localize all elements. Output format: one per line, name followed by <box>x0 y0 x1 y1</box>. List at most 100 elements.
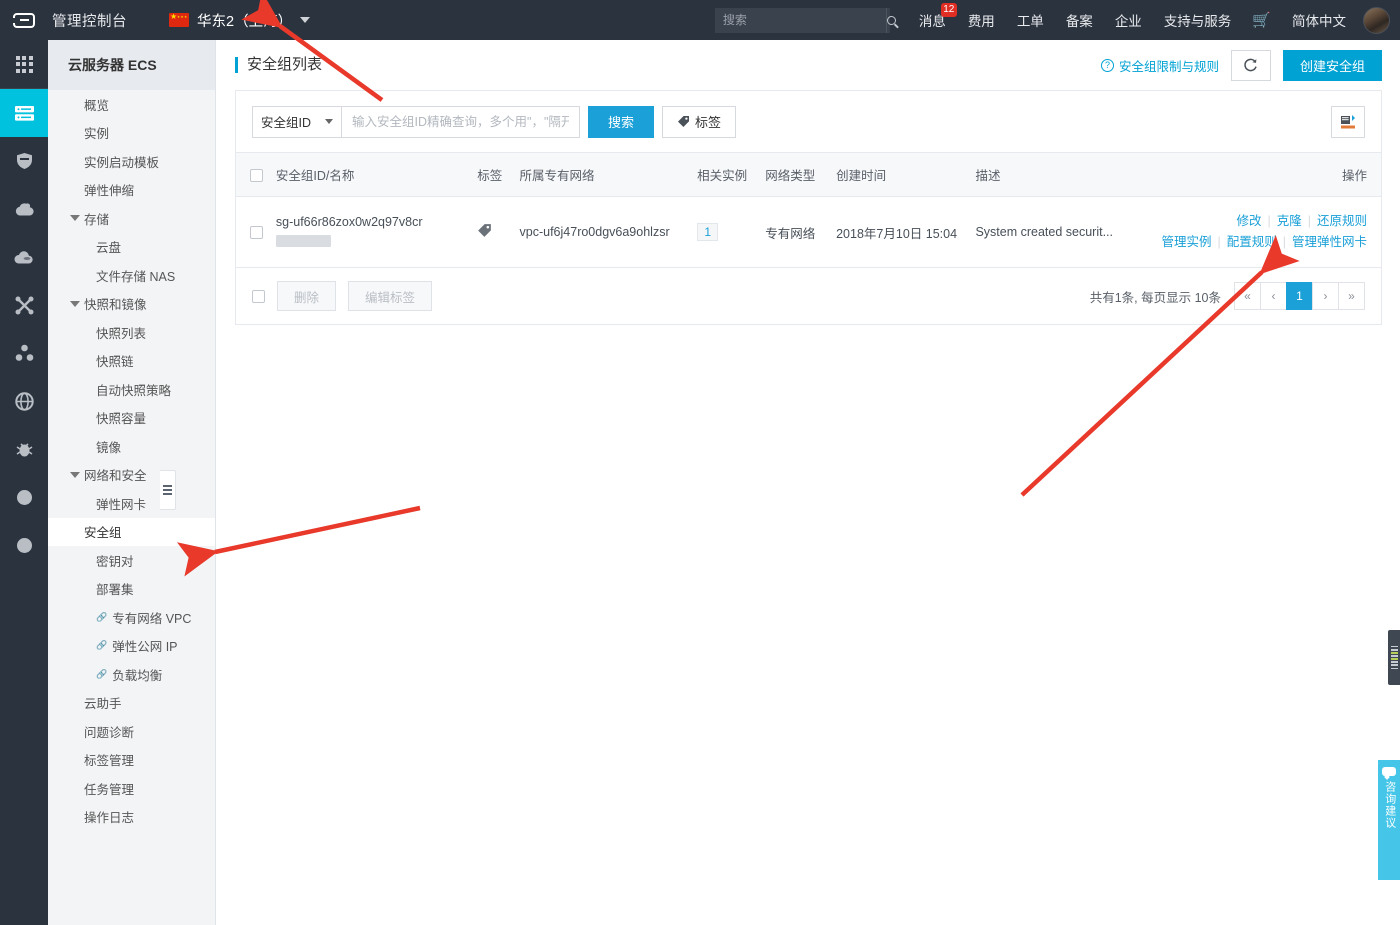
page-last[interactable]: » <box>1338 282 1365 310</box>
sidebar-item-9[interactable]: 快照链 <box>48 347 215 376</box>
sidebar-item-4[interactable]: 存储 <box>48 204 215 233</box>
sidebar-item-label: 密钥对 <box>96 554 134 569</box>
sidebar-item-label: 概览 <box>84 98 110 113</box>
action-modify[interactable]: 修改 <box>1236 214 1261 228</box>
row-select-cell <box>236 196 270 268</box>
sidebar-item-12[interactable]: 镜像 <box>48 432 215 461</box>
col-instances: 相关实例 <box>691 153 760 197</box>
sidebar-item-1[interactable]: 实例 <box>48 119 215 148</box>
global-search[interactable] <box>714 7 896 33</box>
refresh-button[interactable] <box>1230 49 1271 81</box>
region-selector[interactable]: 华东2（上海） <box>169 10 311 31</box>
action-restore-rules[interactable]: 还原规则 <box>1317 214 1367 228</box>
chevron-down-icon <box>70 300 80 307</box>
row-checkbox[interactable] <box>250 226 263 240</box>
sidebar-item-8[interactable]: 快照列表 <box>48 318 215 347</box>
nav-messages[interactable]: 消息 12 <box>908 0 957 40</box>
sidebar-item-24[interactable]: 任务管理 <box>48 774 215 803</box>
sidebar-item-15[interactable]: 安全组 <box>48 517 215 546</box>
rail-cdn[interactable] <box>0 377 48 425</box>
sidebar-item-20[interactable]: 🔗 负载均衡 <box>48 660 215 689</box>
sidebar-item-6[interactable]: 文件存储 NAS <box>48 261 215 290</box>
tag-icon <box>678 116 690 127</box>
select-all-header <box>236 153 270 197</box>
security-group-id-input[interactable] <box>342 105 580 138</box>
sidebar-item-7[interactable]: 快照和镜像 <box>48 290 215 319</box>
nav-billing[interactable]: 费用 <box>957 0 1006 40</box>
sidebar-item-14[interactable]: 弹性网卡 <box>48 489 215 518</box>
action-configure-rules[interactable]: 配置规则 <box>1227 235 1277 249</box>
rail-more-1[interactable] <box>0 473 48 521</box>
main-content: 安全组列表 ? 安全组限制与规则 创建安全组 安全组ID 搜索 <box>217 40 1400 925</box>
rail-more-2[interactable] <box>0 521 48 569</box>
col-id-name: 安全组ID/名称 <box>269 153 472 197</box>
search-submit-button[interactable]: 搜索 <box>588 105 655 138</box>
sidebar-item-2[interactable]: 实例启动模板 <box>48 147 215 176</box>
rail-apps-grid[interactable] <box>0 40 48 88</box>
search-button[interactable] <box>885 7 896 33</box>
sidebar-item-11[interactable]: 快照容量 <box>48 404 215 433</box>
shopping-cart-icon[interactable]: 🛒 <box>1242 11 1281 29</box>
sidebar-item-23[interactable]: 标签管理 <box>48 746 215 775</box>
nav-language[interactable]: 简体中文 <box>1281 0 1357 40</box>
cell-description: System created securit... <box>969 196 1156 268</box>
equalizer-slider-widget[interactable] <box>1388 630 1400 685</box>
product-sidebar: 云服务器 ECS 概览 实例 实例启动模板 弹性伸缩 存储 云盘 文件存储 NAS 快照和镜像… <box>48 40 216 925</box>
nav-icp[interactable]: 备案 <box>1055 0 1104 40</box>
sidebar-item-18[interactable]: 🔗 专有网络 VPC <box>48 603 215 632</box>
cell-vpc: vpc-uf6j47ro0dgv6a9ohlzsr <box>513 196 692 268</box>
sidebar-item-13[interactable]: 网络和安全 <box>48 461 215 490</box>
sidebar-item-3[interactable]: 弹性伸缩 <box>48 176 215 205</box>
delete-button[interactable]: 删除 <box>277 281 337 311</box>
sidebar-item-5[interactable]: 云盘 <box>48 233 215 262</box>
sidebar-item-16[interactable]: 密钥对 <box>48 546 215 575</box>
action-clone[interactable]: 克隆 <box>1277 214 1302 228</box>
select-all-checkbox[interactable] <box>250 168 263 182</box>
sidebar-collapse-toggle[interactable] <box>160 470 176 510</box>
tag-icon[interactable] <box>477 223 492 238</box>
page-next[interactable]: › <box>1312 282 1339 310</box>
export-button[interactable] <box>1331 105 1365 138</box>
search-input[interactable] <box>714 13 886 27</box>
rail-cluster[interactable] <box>0 329 48 377</box>
create-security-group-button[interactable]: 创建安全组 <box>1282 49 1382 81</box>
sidebar-item-25[interactable]: 操作日志 <box>48 803 215 832</box>
cloud-database-icon <box>14 250 33 264</box>
rail-ecs[interactable] <box>0 89 48 137</box>
edit-tag-button[interactable]: 编辑标签 <box>348 281 433 311</box>
security-group-limits-link[interactable]: ? 安全组限制与规则 <box>1100 56 1219 75</box>
footer-select-all-checkbox[interactable] <box>252 289 265 303</box>
rail-network[interactable] <box>0 281 48 329</box>
sidebar-item-10[interactable]: 自动快照策略 <box>48 375 215 404</box>
page-first[interactable]: « <box>1234 282 1261 310</box>
filter-bar: 安全组ID 搜索 标签 <box>236 91 1381 153</box>
sidebar-item-21[interactable]: 云助手 <box>48 689 215 718</box>
col-tag: 标签 <box>471 153 514 197</box>
page-1[interactable]: 1 <box>1286 282 1313 310</box>
rail-cloud-db[interactable] <box>0 233 48 281</box>
action-manage-eni[interactable]: 管理弹性网卡 <box>1292 235 1367 249</box>
shield-icon <box>16 153 32 169</box>
avatar[interactable] <box>1363 6 1390 34</box>
sidebar-item-0[interactable]: 概览 <box>48 90 215 119</box>
sidebar-item-22[interactable]: 问题诊断 <box>48 717 215 746</box>
action-manage-instances[interactable]: 管理实例 <box>1161 235 1211 249</box>
nav-support[interactable]: 支持与服务 <box>1153 0 1243 40</box>
filter-type-select[interactable]: 安全组ID <box>252 105 342 138</box>
related-instance-count[interactable]: 1 <box>697 223 719 241</box>
nav-tickets[interactable]: 工单 <box>1006 0 1055 40</box>
tag-filter-button[interactable]: 标签 <box>662 105 737 138</box>
rail-cloud-storage[interactable] <box>0 185 48 233</box>
consult-suggestion-tab[interactable]: 咨询建议 <box>1378 760 1400 880</box>
export-icon <box>1341 114 1355 128</box>
sidebar-item-17[interactable]: 部署集 <box>48 575 215 604</box>
nav-enterprise[interactable]: 企业 <box>1104 0 1153 40</box>
cell-created: 2018年7月10日 15:04 <box>830 196 970 268</box>
sidebar-item-19[interactable]: 🔗 弹性公网 IP <box>48 632 215 661</box>
page-prev[interactable]: ‹ <box>1260 282 1287 310</box>
sidebar-item-label: 弹性伸缩 <box>84 184 135 199</box>
page-header: 安全组列表 ? 安全组限制与规则 创建安全组 <box>217 40 1400 90</box>
aliyun-logo[interactable] <box>0 0 48 40</box>
rail-monitor[interactable] <box>0 425 48 473</box>
rail-security[interactable] <box>0 137 48 185</box>
